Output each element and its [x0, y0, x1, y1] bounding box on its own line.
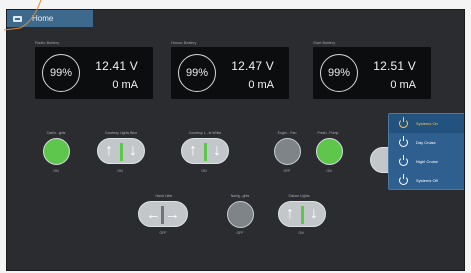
hand-lifter-state: OFF	[159, 231, 167, 235]
home-icon	[13, 15, 22, 22]
menu-item-label: Systems Off	[416, 178, 438, 183]
arrow-down-icon[interactable]: ↓	[213, 143, 221, 159]
battery-percent-gauge: 99%	[320, 54, 358, 92]
engine-fan-state: OFF	[283, 169, 291, 173]
state-indicator	[301, 206, 304, 224]
battery-voltage: 12.47 V	[231, 59, 274, 73]
menu-item-systems-off[interactable]: Systems Off	[389, 171, 464, 190]
fresh-pump-label: Fresh...Pump	[317, 131, 339, 135]
battery-voltage: 12.51 V	[373, 59, 416, 73]
arrow-up-icon[interactable]: ↑	[105, 143, 113, 159]
saloon-lights-control[interactable]: ↑ ↓	[278, 201, 326, 227]
state-indicator	[161, 206, 164, 224]
state-indicator	[204, 143, 207, 161]
menu-item-label: Systems On	[416, 121, 438, 126]
menu-item-systems-on[interactable]: Systems On	[389, 114, 464, 133]
fresh-pump-toggle[interactable]	[316, 138, 343, 165]
power-icon	[399, 155, 408, 166]
hand-lifter-control[interactable]: ← →	[138, 201, 188, 227]
battery-current: 0 mA	[390, 79, 416, 91]
navigation-lights-toggle[interactable]	[227, 201, 254, 228]
hand-lifter-label: Hand Lifter	[155, 194, 173, 198]
menu-item-label: Night Cruise	[416, 159, 439, 164]
saloon-lights-state: ON	[298, 231, 304, 235]
arrow-up-icon[interactable]: ↑	[286, 206, 294, 222]
menu-item-day-cruise[interactable]: Day Cruise	[389, 133, 464, 152]
saloon-lights-label: Saloon Lights	[288, 194, 310, 198]
engine-fan-label: Engin... Fan	[277, 131, 297, 135]
power-icon	[399, 117, 408, 128]
engine-fan-toggle[interactable]	[274, 138, 301, 165]
battery-voltage: 12.41 V	[95, 59, 138, 73]
arrow-right-icon[interactable]: →	[165, 207, 180, 222]
courtesy-white-label: Courtesy L...ts White	[188, 131, 222, 135]
cabin-lights-state: ON	[53, 169, 59, 173]
home-tab[interactable]: Home	[7, 10, 93, 27]
battery-panel-start: 99% 12.51 V 0 mA	[313, 47, 431, 99]
courtesy-white-state: ON	[201, 169, 207, 173]
navigation-lights-label: Navig...ghts	[230, 194, 250, 198]
courtesy-blue-label: Courtesy Lights Blue	[104, 131, 138, 135]
arrow-down-icon[interactable]: ↓	[310, 206, 318, 222]
arrow-left-icon[interactable]: ←	[146, 207, 161, 222]
battery-panel-radio: 99% 12.41 V 0 mA	[35, 47, 153, 99]
fresh-pump-state: ON	[326, 169, 332, 173]
cabin-lights-toggle[interactable]	[43, 138, 70, 165]
battery-current: 0 mA	[248, 79, 274, 91]
courtesy-blue-state: ON	[117, 169, 123, 173]
battery-percent-gauge: 99%	[178, 54, 216, 92]
state-indicator	[120, 143, 123, 161]
app-screen: Home Radio Battery 99% 12.41 V 0 mA Hous…	[6, 9, 465, 271]
battery-panel-house: 99% 12.47 V 0 mA	[171, 47, 289, 99]
power-icon	[399, 174, 408, 185]
battery-label-start: Start Battery	[313, 40, 336, 45]
battery-label-house: House Battery	[171, 40, 197, 45]
power-icon	[399, 136, 408, 147]
courtesy-blue-control[interactable]: ↑ ↓	[97, 138, 145, 164]
battery-current: 0 mA	[112, 79, 138, 91]
arrow-up-icon[interactable]: ↑	[189, 143, 197, 159]
courtesy-white-control[interactable]: ↑ ↓	[181, 138, 229, 164]
battery-percent-gauge: 99%	[42, 54, 80, 92]
cabin-lights-label: Cabin...ghts	[46, 131, 66, 135]
navigation-lights-state: OFF	[236, 231, 244, 235]
scenes-menu: Systems On Day Cruise Night Cruise Syste…	[388, 113, 464, 190]
menu-item-night-cruise[interactable]: Night Cruise	[389, 152, 464, 171]
battery-label-radio: Radio Battery	[35, 40, 60, 45]
arrow-down-icon[interactable]: ↓	[129, 143, 137, 159]
home-tab-label: Home	[32, 14, 54, 23]
menu-item-label: Day Cruise	[416, 140, 436, 145]
